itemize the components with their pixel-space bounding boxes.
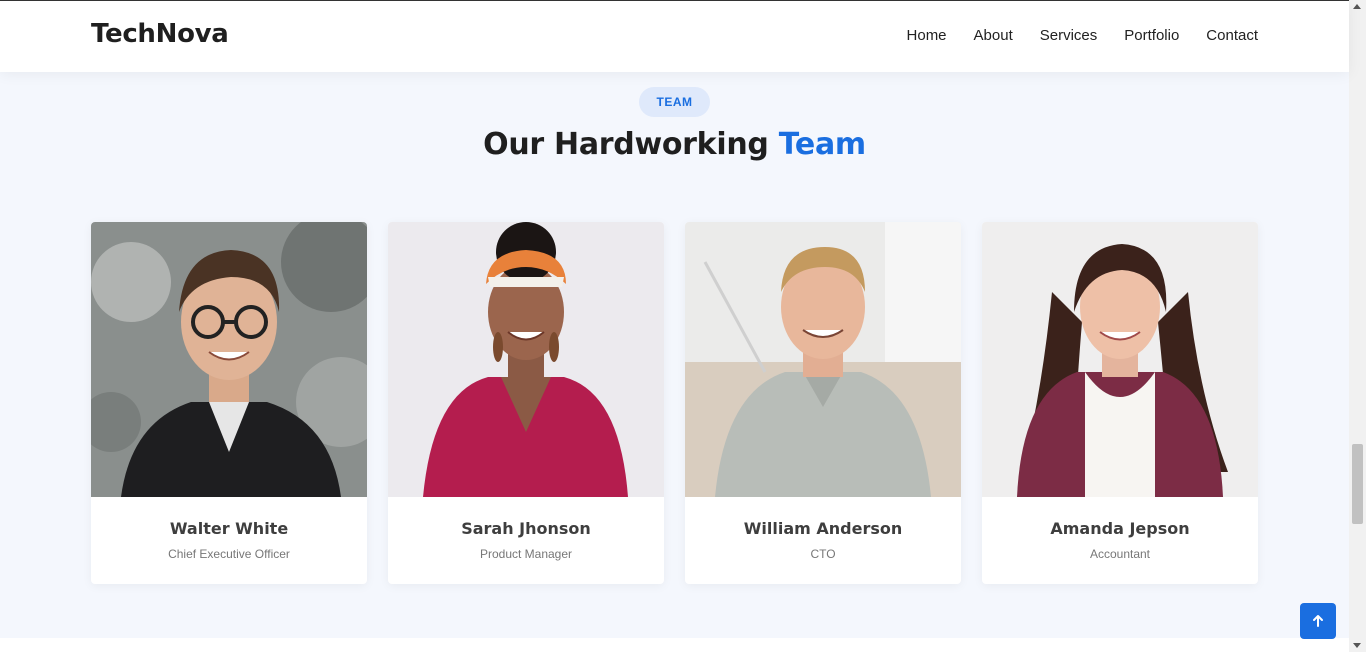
team-photo-william: [685, 222, 961, 497]
team-member-name: Amanda Jepson: [1050, 519, 1190, 538]
team-member-name: Walter White: [169, 519, 289, 538]
brand-logo[interactable]: TechNova: [91, 19, 229, 49]
team-grid: Walter White Chief Executive Officer Sar…: [91, 222, 1258, 584]
team-photo-sarah: [388, 222, 664, 497]
team-card: Sarah Jhonson Product Manager: [388, 222, 664, 584]
back-to-top-button[interactable]: [1300, 603, 1336, 639]
nav-link-home[interactable]: Home: [907, 27, 947, 44]
main-nav: Home About Services Portfolio Contact: [907, 27, 1258, 44]
team-card: Amanda Jepson Accountant: [982, 222, 1258, 584]
nav-link-contact[interactable]: Contact: [1206, 27, 1258, 44]
page-scrollbar[interactable]: [1349, 0, 1366, 652]
navbar: TechNova Home About Services Portfolio C…: [0, 0, 1349, 72]
section-title-main: Our Hardworking: [483, 127, 769, 162]
team-member-role: Chief Executive Officer: [168, 547, 290, 561]
team-card: Walter White Chief Executive Officer: [91, 222, 367, 584]
nav-link-portfolio[interactable]: Portfolio: [1124, 27, 1179, 44]
next-section-edge: [0, 638, 1349, 652]
team-member-role: CTO: [810, 547, 836, 561]
scroll-up-arrow-icon[interactable]: [1353, 4, 1361, 9]
team-member-role: Accountant: [1089, 547, 1151, 561]
arrow-up-icon: [1313, 615, 1323, 627]
nav-link-services[interactable]: Services: [1040, 27, 1098, 44]
team-member-name: William Anderson: [743, 519, 903, 538]
nav-link-about[interactable]: About: [974, 27, 1013, 44]
section-title: Our Hardworking Team: [0, 127, 1349, 162]
scroll-down-arrow-icon[interactable]: [1353, 643, 1361, 648]
team-member-name: Sarah Jhonson: [461, 519, 591, 538]
section-badge: TEAM: [639, 87, 710, 117]
scrollbar-thumb[interactable]: [1352, 444, 1363, 524]
team-member-role: Product Manager: [479, 547, 573, 561]
section-title-accent: Team: [778, 127, 866, 162]
team-photo-walter: [91, 222, 367, 497]
team-photo-amanda: [982, 222, 1258, 497]
team-card: William Anderson CTO: [685, 222, 961, 584]
